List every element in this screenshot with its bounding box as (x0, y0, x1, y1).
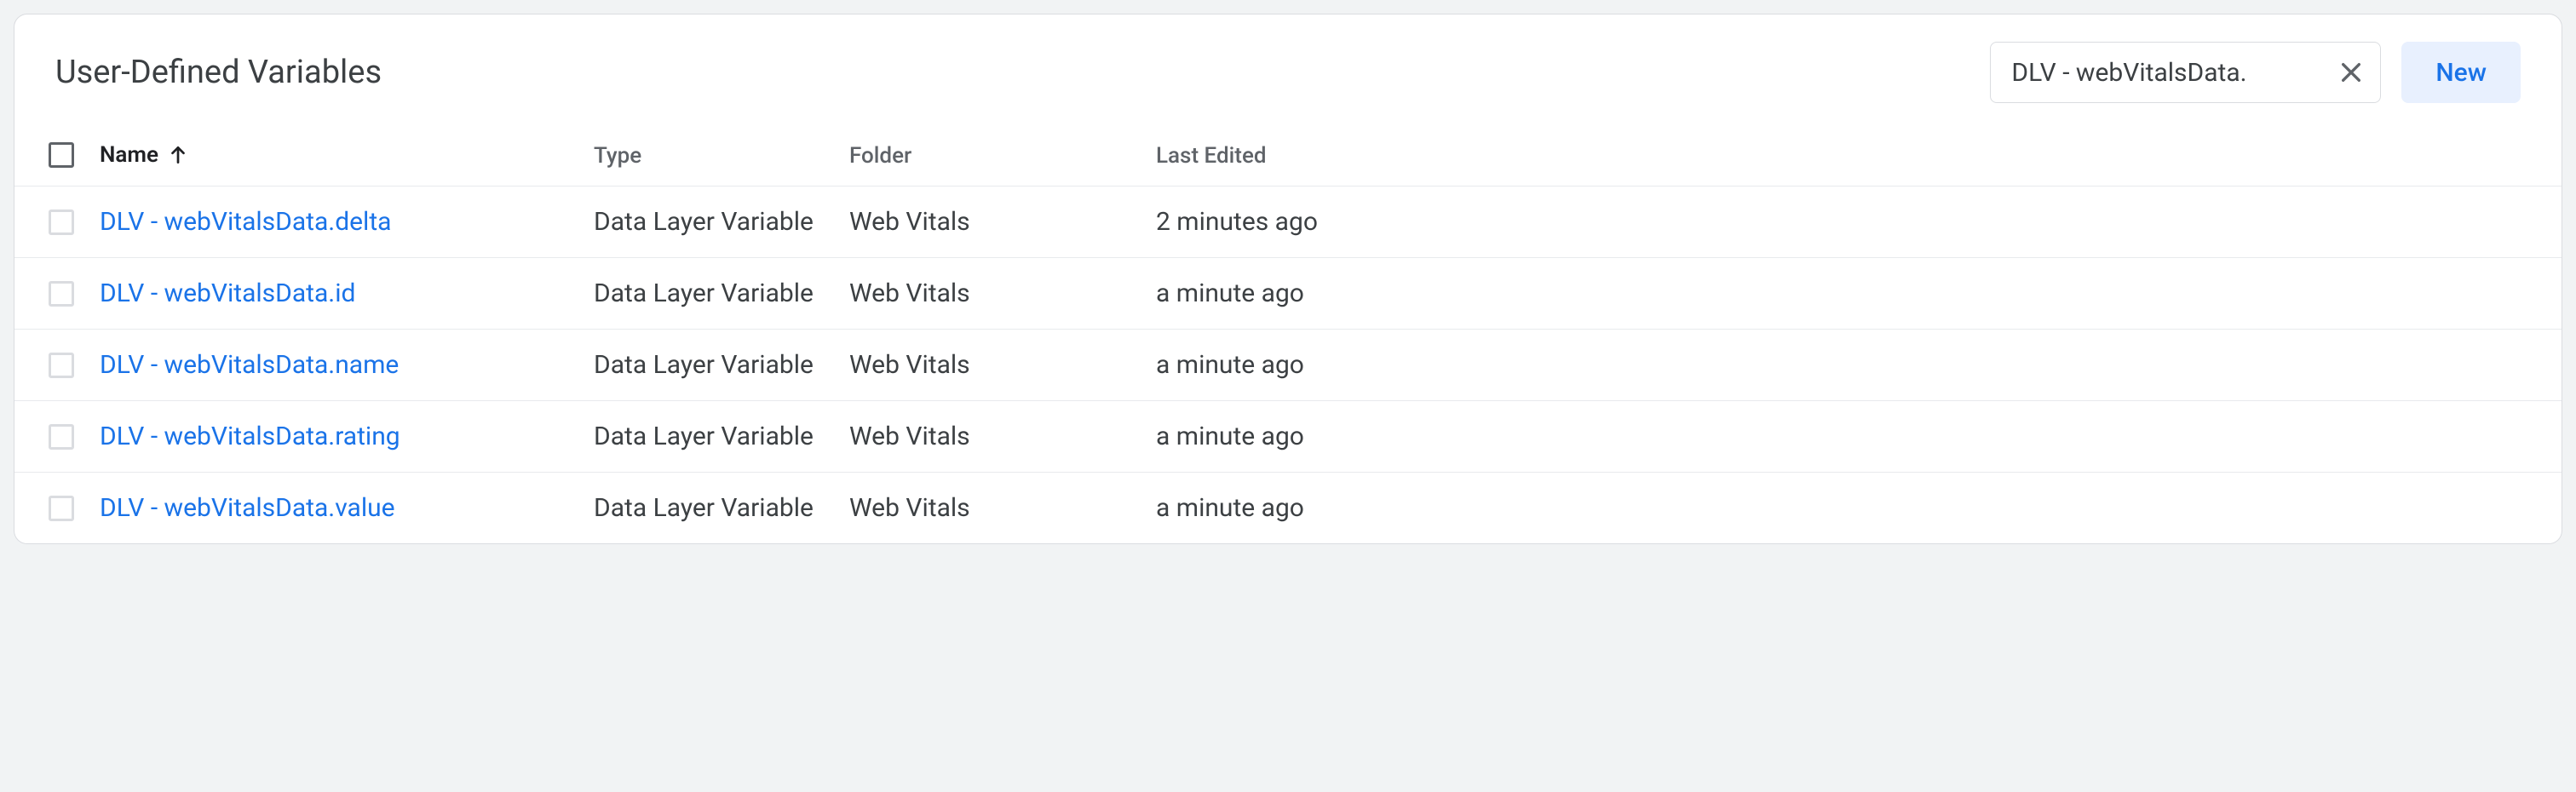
column-header-last-edited[interactable]: Last Edited (1156, 143, 1267, 169)
column-header-name-label: Name (100, 142, 158, 168)
variable-last-edited: a minute ago (1156, 350, 1304, 380)
column-header-name[interactable]: Name (100, 142, 189, 168)
variable-type: Data Layer Variable (594, 422, 814, 451)
variable-folder: Web Vitals (849, 422, 970, 451)
table-row: DLV - webVitalsData.value Data Layer Vari… (14, 473, 2562, 543)
search-field[interactable] (1990, 42, 2381, 103)
column-header-type[interactable]: Type (594, 143, 641, 169)
panel-header: User-Defined Variables New (14, 14, 2562, 123)
variable-last-edited: a minute ago (1156, 493, 1304, 523)
column-header-folder[interactable]: Folder (849, 143, 911, 169)
variable-name-link[interactable]: DLV - webVitalsData.id (100, 278, 355, 308)
row-checkbox[interactable] (49, 209, 74, 235)
variable-type: Data Layer Variable (594, 493, 814, 523)
user-variables-panel: User-Defined Variables New Name (14, 14, 2562, 544)
variable-last-edited: 2 minutes ago (1156, 207, 1318, 237)
variable-folder: Web Vitals (849, 278, 970, 308)
variable-type: Data Layer Variable (594, 207, 814, 237)
row-checkbox[interactable] (49, 424, 74, 450)
new-button[interactable]: New (2401, 42, 2521, 103)
row-checkbox[interactable] (49, 496, 74, 521)
variable-folder: Web Vitals (849, 350, 970, 380)
table-row: DLV - webVitalsData.delta Data Layer Vari… (14, 187, 2562, 258)
variable-last-edited: a minute ago (1156, 278, 1304, 308)
variable-folder: Web Vitals (849, 207, 970, 237)
row-checkbox[interactable] (49, 281, 74, 307)
panel-title: User-Defined Variables (55, 54, 1990, 91)
search-input[interactable] (2011, 58, 2336, 88)
row-checkbox[interactable] (49, 353, 74, 378)
table-row: DLV - webVitalsData.id Data Layer Variabl… (14, 258, 2562, 330)
variable-folder: Web Vitals (849, 493, 970, 523)
close-icon[interactable] (2336, 57, 2366, 88)
variable-type: Data Layer Variable (594, 278, 814, 308)
table-row: DLV - webVitalsData.rating Data Layer Var… (14, 401, 2562, 473)
variable-name-link[interactable]: DLV - webVitalsData.rating (100, 422, 400, 451)
table-header-row: Name Type Folder Last Edited (14, 123, 2562, 187)
select-all-checkbox[interactable] (49, 142, 74, 168)
variable-name-link[interactable]: DLV - webVitalsData.name (100, 350, 399, 380)
variable-last-edited: a minute ago (1156, 422, 1304, 451)
variable-name-link[interactable]: DLV - webVitalsData.value (100, 493, 395, 523)
table-row: DLV - webVitalsData.name Data Layer Varia… (14, 330, 2562, 401)
variable-name-link[interactable]: DLV - webVitalsData.delta (100, 207, 391, 237)
arrow-up-icon (167, 144, 189, 166)
table-body: DLV - webVitalsData.delta Data Layer Vari… (14, 187, 2562, 543)
variable-type: Data Layer Variable (594, 350, 814, 380)
